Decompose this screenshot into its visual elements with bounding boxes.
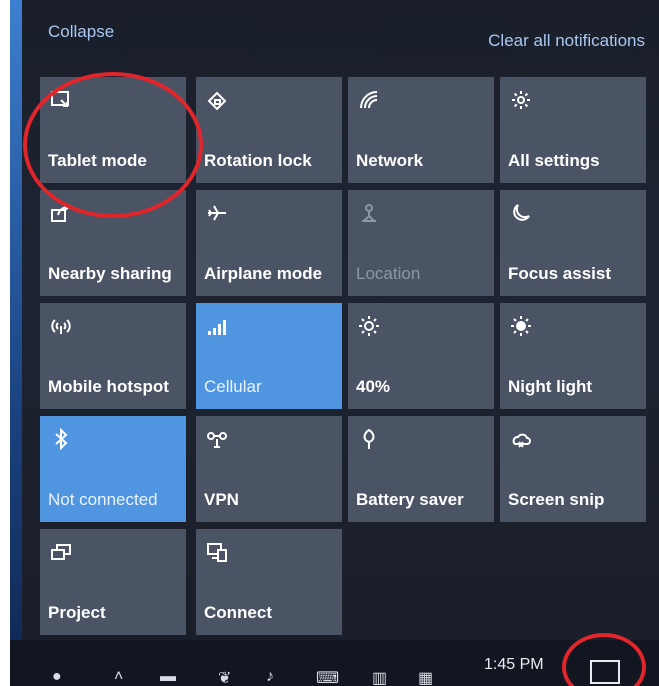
tile-brightness[interactable]: 40% bbox=[348, 303, 494, 409]
tile-screen-snip[interactable]: Screen snip bbox=[500, 416, 646, 522]
tile-cellular[interactable]: Cellular bbox=[196, 303, 342, 409]
wifi-icon[interactable]: ❦ bbox=[218, 668, 231, 686]
tile-label: Rotation lock bbox=[204, 151, 312, 170]
tile-label: Focus assist bbox=[508, 264, 611, 283]
action-center-button[interactable] bbox=[590, 660, 620, 684]
tile-focus-assist[interactable]: Focus assist bbox=[500, 190, 646, 296]
collapse-link[interactable]: Collapse bbox=[48, 22, 114, 42]
project-icon bbox=[50, 541, 74, 565]
tile-label: Connect bbox=[204, 603, 272, 622]
volume-icon[interactable]: ♪ bbox=[266, 668, 274, 686]
tile-bluetooth[interactable]: Not connected bbox=[40, 416, 186, 522]
tile-label: Nearby sharing bbox=[48, 264, 172, 283]
tile-vpn[interactable]: VPN bbox=[196, 416, 342, 522]
hotspot-icon bbox=[50, 315, 74, 339]
bluetooth-icon bbox=[50, 428, 74, 452]
tile-all-settings[interactable]: All settings bbox=[500, 77, 646, 183]
cellular-icon bbox=[206, 315, 230, 339]
rotation-lock-icon bbox=[206, 89, 230, 113]
tile-label: All settings bbox=[508, 151, 600, 170]
moon-icon bbox=[510, 202, 534, 226]
vpn-icon bbox=[206, 428, 230, 452]
battery-icon[interactable]: ▬ bbox=[160, 668, 176, 686]
battery-saver-icon bbox=[358, 428, 382, 452]
quick-actions-grid: Tablet mode Rotation lock Network All se… bbox=[40, 77, 659, 635]
screen-snip-icon bbox=[510, 428, 534, 452]
tile-label: Cellular bbox=[204, 377, 262, 396]
tile-connect[interactable]: Connect bbox=[196, 529, 342, 635]
tile-airplane-mode[interactable]: Airplane mode bbox=[196, 190, 342, 296]
tile-label: Night light bbox=[508, 377, 593, 396]
tile-label: 40% bbox=[356, 377, 391, 396]
tile-nearby-sharing[interactable]: Nearby sharing bbox=[40, 190, 186, 296]
tile-night-light[interactable]: Night light bbox=[500, 303, 646, 409]
ime-icon[interactable]: ▥ bbox=[372, 668, 387, 686]
tile-tablet-mode[interactable]: Tablet mode bbox=[40, 77, 186, 183]
tile-label: Battery saver bbox=[356, 490, 464, 509]
tile-battery-saver[interactable]: Battery saver bbox=[348, 416, 494, 522]
tile-label: Screen snip bbox=[508, 490, 605, 509]
share-icon bbox=[50, 202, 74, 226]
brightness-icon bbox=[358, 315, 382, 339]
tile-label: Mobile hotspot bbox=[48, 377, 169, 396]
tile-rotation-lock[interactable]: Rotation lock bbox=[196, 77, 342, 183]
tile-location[interactable]: Location bbox=[348, 190, 494, 296]
tile-label: Airplane mode bbox=[204, 264, 323, 283]
action-center-panel: Collapse Clear all notifications Tablet … bbox=[10, 0, 659, 686]
keyboard-icon[interactable]: ⌨ bbox=[316, 668, 339, 686]
night-light-icon bbox=[510, 315, 534, 339]
tile-network[interactable]: Network bbox=[348, 77, 494, 183]
chevron-up-icon[interactable]: ˄ bbox=[114, 668, 123, 686]
taskbar: ● ˄ ▬ ❦ ♪ ⌨ ▥ ▦ 1:45 PM bbox=[10, 640, 659, 686]
tablet-mode-icon bbox=[50, 89, 74, 113]
airplane-icon bbox=[206, 202, 230, 226]
tile-label: Network bbox=[356, 151, 424, 170]
location-icon bbox=[358, 202, 382, 226]
tile-project[interactable]: Project bbox=[40, 529, 186, 635]
network-icon bbox=[358, 89, 382, 113]
tile-mobile-hotspot[interactable]: Mobile hotspot bbox=[40, 303, 186, 409]
tile-label: VPN bbox=[204, 490, 239, 509]
tile-label: Tablet mode bbox=[48, 151, 147, 170]
taskbar-clock[interactable]: 1:45 PM bbox=[484, 656, 544, 674]
tile-label: Location bbox=[356, 264, 421, 283]
calendar-icon[interactable]: ▦ bbox=[418, 668, 433, 686]
tile-label: Project bbox=[48, 603, 106, 622]
desktop-edge bbox=[10, 0, 22, 686]
clear-all-notifications-link[interactable]: Clear all notifications bbox=[488, 31, 645, 51]
tile-label: Not connected bbox=[48, 490, 158, 509]
people-icon[interactable]: ● bbox=[52, 668, 62, 686]
gear-icon bbox=[510, 89, 534, 113]
connect-icon bbox=[206, 541, 230, 565]
